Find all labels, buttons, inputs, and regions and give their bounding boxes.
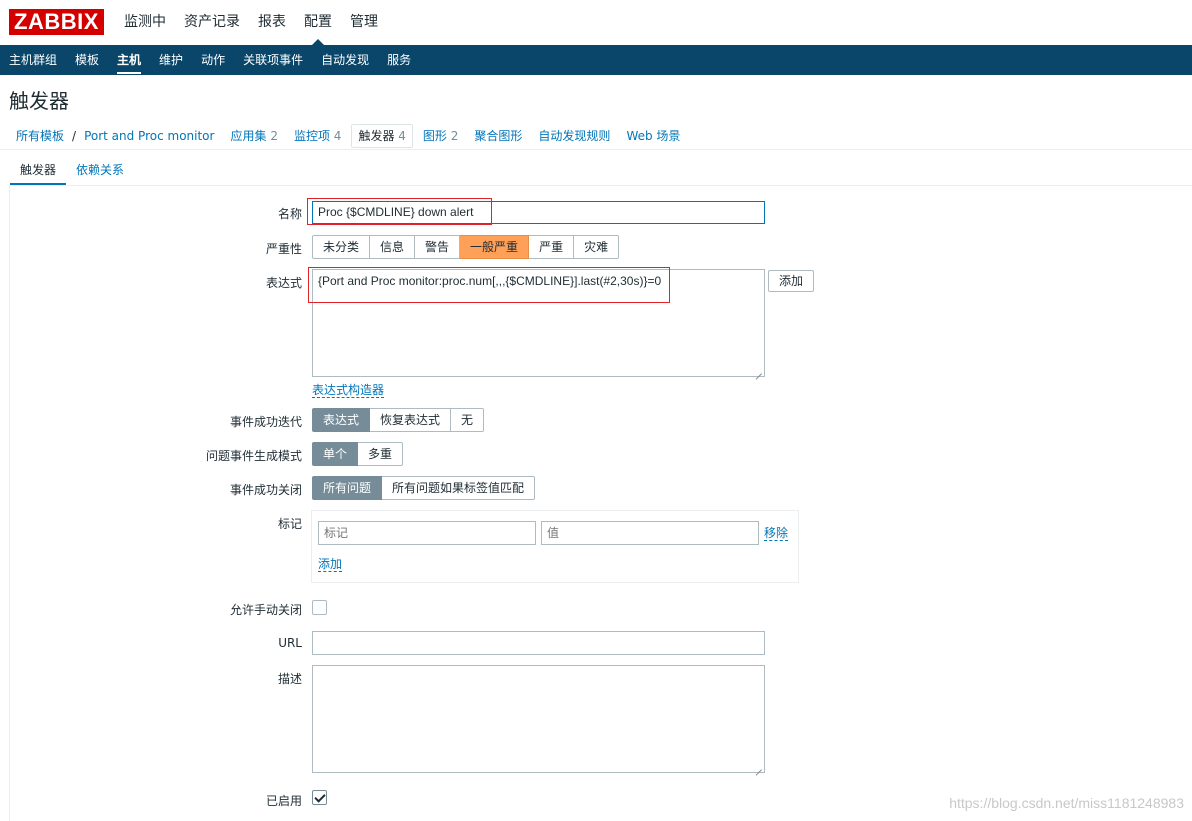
top-menu-configuration[interactable]: 配置 (295, 0, 341, 45)
expression-textarea[interactable]: {Port and Proc monitor:proc.num[,,,{$CMD… (312, 269, 765, 377)
ok-close-all-problems[interactable]: 所有问题 (312, 476, 383, 500)
top-menu-reports[interactable]: 报表 (249, 0, 295, 45)
breadcrumb-triggers-count: 4 (398, 128, 406, 143)
tag-remove-link[interactable]: 移除 (764, 526, 789, 541)
sub-menu-host-groups[interactable]: 主机群组 (0, 45, 66, 75)
name-label: 名称 (277, 207, 302, 221)
top-header: ZABBIX 监测中 资产记录 报表 配置 管理 (0, 0, 1192, 45)
top-menu-monitoring[interactable]: 监测中 (115, 0, 175, 45)
problem-mode-label: 问题事件生成模式 (205, 449, 302, 463)
enabled-label: 已启用 (265, 794, 302, 808)
expression-resize-handle[interactable] (755, 367, 763, 375)
page-title: 触发器 (9, 89, 69, 113)
severity-label: 严重性 (265, 242, 302, 256)
tab-dependencies[interactable]: 依赖关系 (66, 156, 134, 186)
breadcrumb-discovery-rules[interactable]: 自动发现规则 (530, 125, 618, 147)
severity-high[interactable]: 严重 (529, 235, 575, 259)
tab-trigger[interactable]: 触发器 (10, 156, 67, 186)
problem-mode-selector: 单个 多重 (312, 442, 404, 466)
breadcrumb: 所有模板 / Port and Proc monitor 应用集 2 监控项 4… (0, 122, 1192, 150)
ok-close-label: 事件成功关闭 (229, 483, 302, 497)
form-tabs: 触发器 依赖关系 (10, 156, 134, 186)
ok-event-recovery-expression[interactable]: 恢复表达式 (370, 408, 452, 432)
ok-close-tag-match[interactable]: 所有问题如果标签值匹配 (382, 476, 536, 500)
ok-event-selector: 表达式 恢复表达式 无 (312, 408, 485, 432)
breadcrumb-triggers-label: 触发器 (358, 128, 395, 143)
problem-mode-single[interactable]: 单个 (312, 442, 359, 466)
sub-menu-maintenance[interactable]: 维护 (150, 45, 192, 75)
top-menu: 监测中 资产记录 报表 配置 管理 (115, 0, 387, 45)
sub-menu-event-correlation[interactable]: 关联项事件 (234, 45, 312, 75)
breadcrumb-items[interactable]: 监控项 4 (286, 125, 349, 147)
sub-menu-discovery[interactable]: 自动发现 (312, 45, 378, 75)
sub-menu-templates[interactable]: 模板 (66, 45, 108, 75)
expression-builder-link[interactable]: 表达式构造器 (312, 383, 385, 398)
sub-menu-hosts[interactable]: 主机 (108, 45, 150, 75)
expression-label: 表达式 (265, 276, 302, 290)
breadcrumb-template[interactable]: Port and Proc monitor (76, 125, 222, 147)
breadcrumb-applications[interactable]: 应用集 2 (222, 125, 285, 147)
top-menu-inventory[interactable]: 资产记录 (175, 0, 249, 45)
description-textarea[interactable] (312, 665, 765, 773)
breadcrumb-items-label: 监控项 (293, 128, 330, 143)
expression-add-button[interactable]: 添加 (768, 270, 815, 292)
breadcrumb-graphs[interactable]: 图形 2 (415, 125, 466, 147)
ok-event-label: 事件成功迭代 (229, 415, 302, 429)
zabbix-logo[interactable]: ZABBIX (9, 9, 104, 35)
severity-disaster[interactable]: 灾难 (574, 235, 620, 259)
breadcrumb-items-count: 4 (333, 128, 342, 143)
tag-name-input[interactable] (318, 521, 536, 545)
tag-add-link[interactable]: 添加 (318, 557, 343, 572)
breadcrumb-applications-label: 应用集 (230, 128, 267, 143)
sub-menu: 主机群组 模板 主机 维护 动作 关联项事件 自动发现 服务 (0, 45, 1192, 75)
severity-average[interactable]: 一般严重 (460, 235, 530, 259)
breadcrumb-applications-count: 2 (270, 128, 278, 143)
breadcrumb-all-templates[interactable]: 所有模板 (8, 125, 72, 147)
breadcrumb-web-scenarios[interactable]: Web 场景 (618, 125, 688, 147)
severity-selector: 未分类 信息 警告 一般严重 严重 灾难 (312, 235, 620, 259)
form-left-border (9, 186, 10, 821)
enabled-checkbox[interactable] (312, 790, 327, 805)
sub-menu-services[interactable]: 服务 (378, 45, 420, 75)
tab-divider (10, 185, 1192, 186)
breadcrumb-graphs-label: 图形 (422, 128, 447, 143)
ok-event-none[interactable]: 无 (451, 408, 485, 432)
url-input[interactable] (312, 631, 765, 655)
sub-menu-actions[interactable]: 动作 (192, 45, 234, 75)
manual-close-checkbox[interactable] (312, 600, 327, 615)
ok-close-selector: 所有问题 所有问题如果标签值匹配 (312, 476, 536, 500)
description-resize-handle[interactable] (755, 763, 763, 771)
tags-label: 标记 (277, 517, 302, 531)
manual-close-label: 允许手动关闭 (229, 603, 302, 617)
severity-warning[interactable]: 警告 (415, 235, 461, 259)
problem-mode-multiple[interactable]: 多重 (358, 442, 404, 466)
breadcrumb-triggers[interactable]: 触发器 4 (351, 123, 413, 148)
severity-not-classified[interactable]: 未分类 (312, 235, 371, 259)
watermark: https://blog.csdn.net/miss1181248983 (949, 795, 1184, 811)
breadcrumb-screens[interactable]: 聚合图形 (466, 125, 530, 147)
breadcrumb-graphs-count: 2 (450, 128, 459, 143)
ok-event-expression[interactable]: 表达式 (312, 408, 371, 432)
description-label: 描述 (277, 672, 302, 686)
url-label: URL (278, 636, 302, 650)
severity-information[interactable]: 信息 (370, 235, 416, 259)
name-input[interactable]: Proc {$CMDLINE} down alert (312, 201, 765, 224)
top-menu-administration[interactable]: 管理 (341, 0, 387, 45)
tag-value-input[interactable] (541, 521, 759, 545)
